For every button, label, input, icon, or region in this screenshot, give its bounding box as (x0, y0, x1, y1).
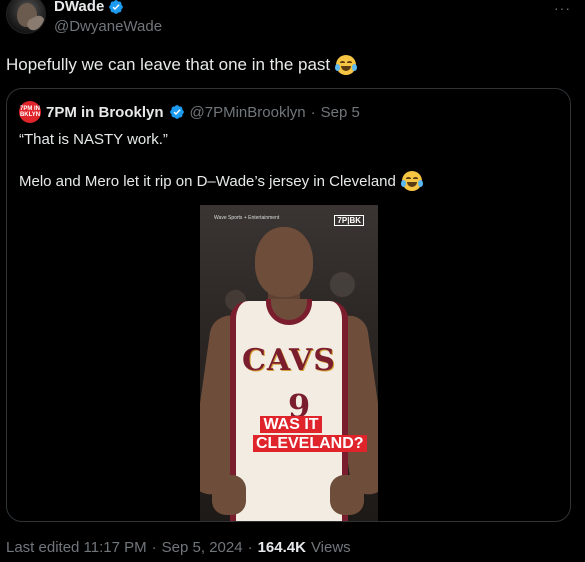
quoted-display-name[interactable]: 7PM in Brooklyn (46, 104, 164, 121)
jersey-collar (266, 299, 312, 325)
quoted-tweet-header: 7PM IN BKLYN 7PM in Brooklyn @7PMinBrook… (19, 101, 360, 123)
quoted-text-line2: Melo and Mero let it rip on D–Wade’s jer… (19, 171, 423, 191)
quoted-date[interactable]: Sep 5 (321, 104, 360, 121)
separator-dot: · (247, 539, 253, 556)
video-caption-overlay: WAS IT CLEVELAND? (253, 415, 367, 453)
quoted-text-line1: “That is NASTY work.” (19, 131, 168, 148)
separator-dot: · (151, 539, 157, 556)
watermark-7pm: 7P|BK (334, 215, 364, 226)
author-name-row[interactable]: DWade (54, 0, 124, 15)
video-thumbnail[interactable]: Wave Sports + Entertainment 7P|BK CAVS 9… (200, 205, 378, 521)
jersey-text: CAVS (242, 343, 336, 378)
views-label: Views (310, 539, 351, 556)
loudly-crying-face-icon (400, 171, 423, 191)
tweet-text-content: Hopefully we can leave that one in the p… (6, 55, 331, 74)
player-right-hand (330, 475, 364, 515)
quoted-handle[interactable]: @7PMinBrooklyn (190, 104, 306, 121)
tweet-header: DWade @DwyaneWade ··· (6, 0, 579, 40)
author-handle[interactable]: @DwyaneWade (54, 18, 162, 35)
player-head (255, 227, 313, 297)
tweet-date[interactable]: Sep 5, 2024 (162, 539, 243, 556)
more-options-icon[interactable]: ··· (554, 0, 571, 16)
avatar[interactable] (6, 0, 46, 34)
views-count[interactable]: 164.4K (258, 539, 306, 556)
verified-badge-icon (109, 0, 124, 14)
author-display-name[interactable]: DWade (54, 0, 104, 15)
separator-dot: · (310, 103, 316, 121)
face-with-tears-of-joy-icon (335, 55, 358, 75)
overlay-line1: WAS IT (260, 416, 322, 433)
quoted-text-line2-content: Melo and Mero let it rip on D–Wade’s jer… (19, 172, 396, 190)
overlay-line2: CLEVELAND? (253, 435, 367, 452)
edited-timestamp[interactable]: Last edited 11:17 PM (6, 539, 147, 556)
tweet-text: Hopefully we can leave that one in the p… (6, 55, 358, 75)
verified-badge-icon (169, 105, 184, 119)
quoted-tweet[interactable]: 7PM IN BKLYN 7PM in Brooklyn @7PMinBrook… (6, 88, 571, 522)
player-left-hand (212, 475, 246, 515)
tweet-footer: Last edited 11:17 PM · Sep 5, 2024 · 164… (6, 539, 351, 556)
watermark-wave: Wave Sports + Entertainment (214, 215, 280, 221)
quoted-avatar[interactable]: 7PM IN BKLYN (19, 101, 41, 123)
